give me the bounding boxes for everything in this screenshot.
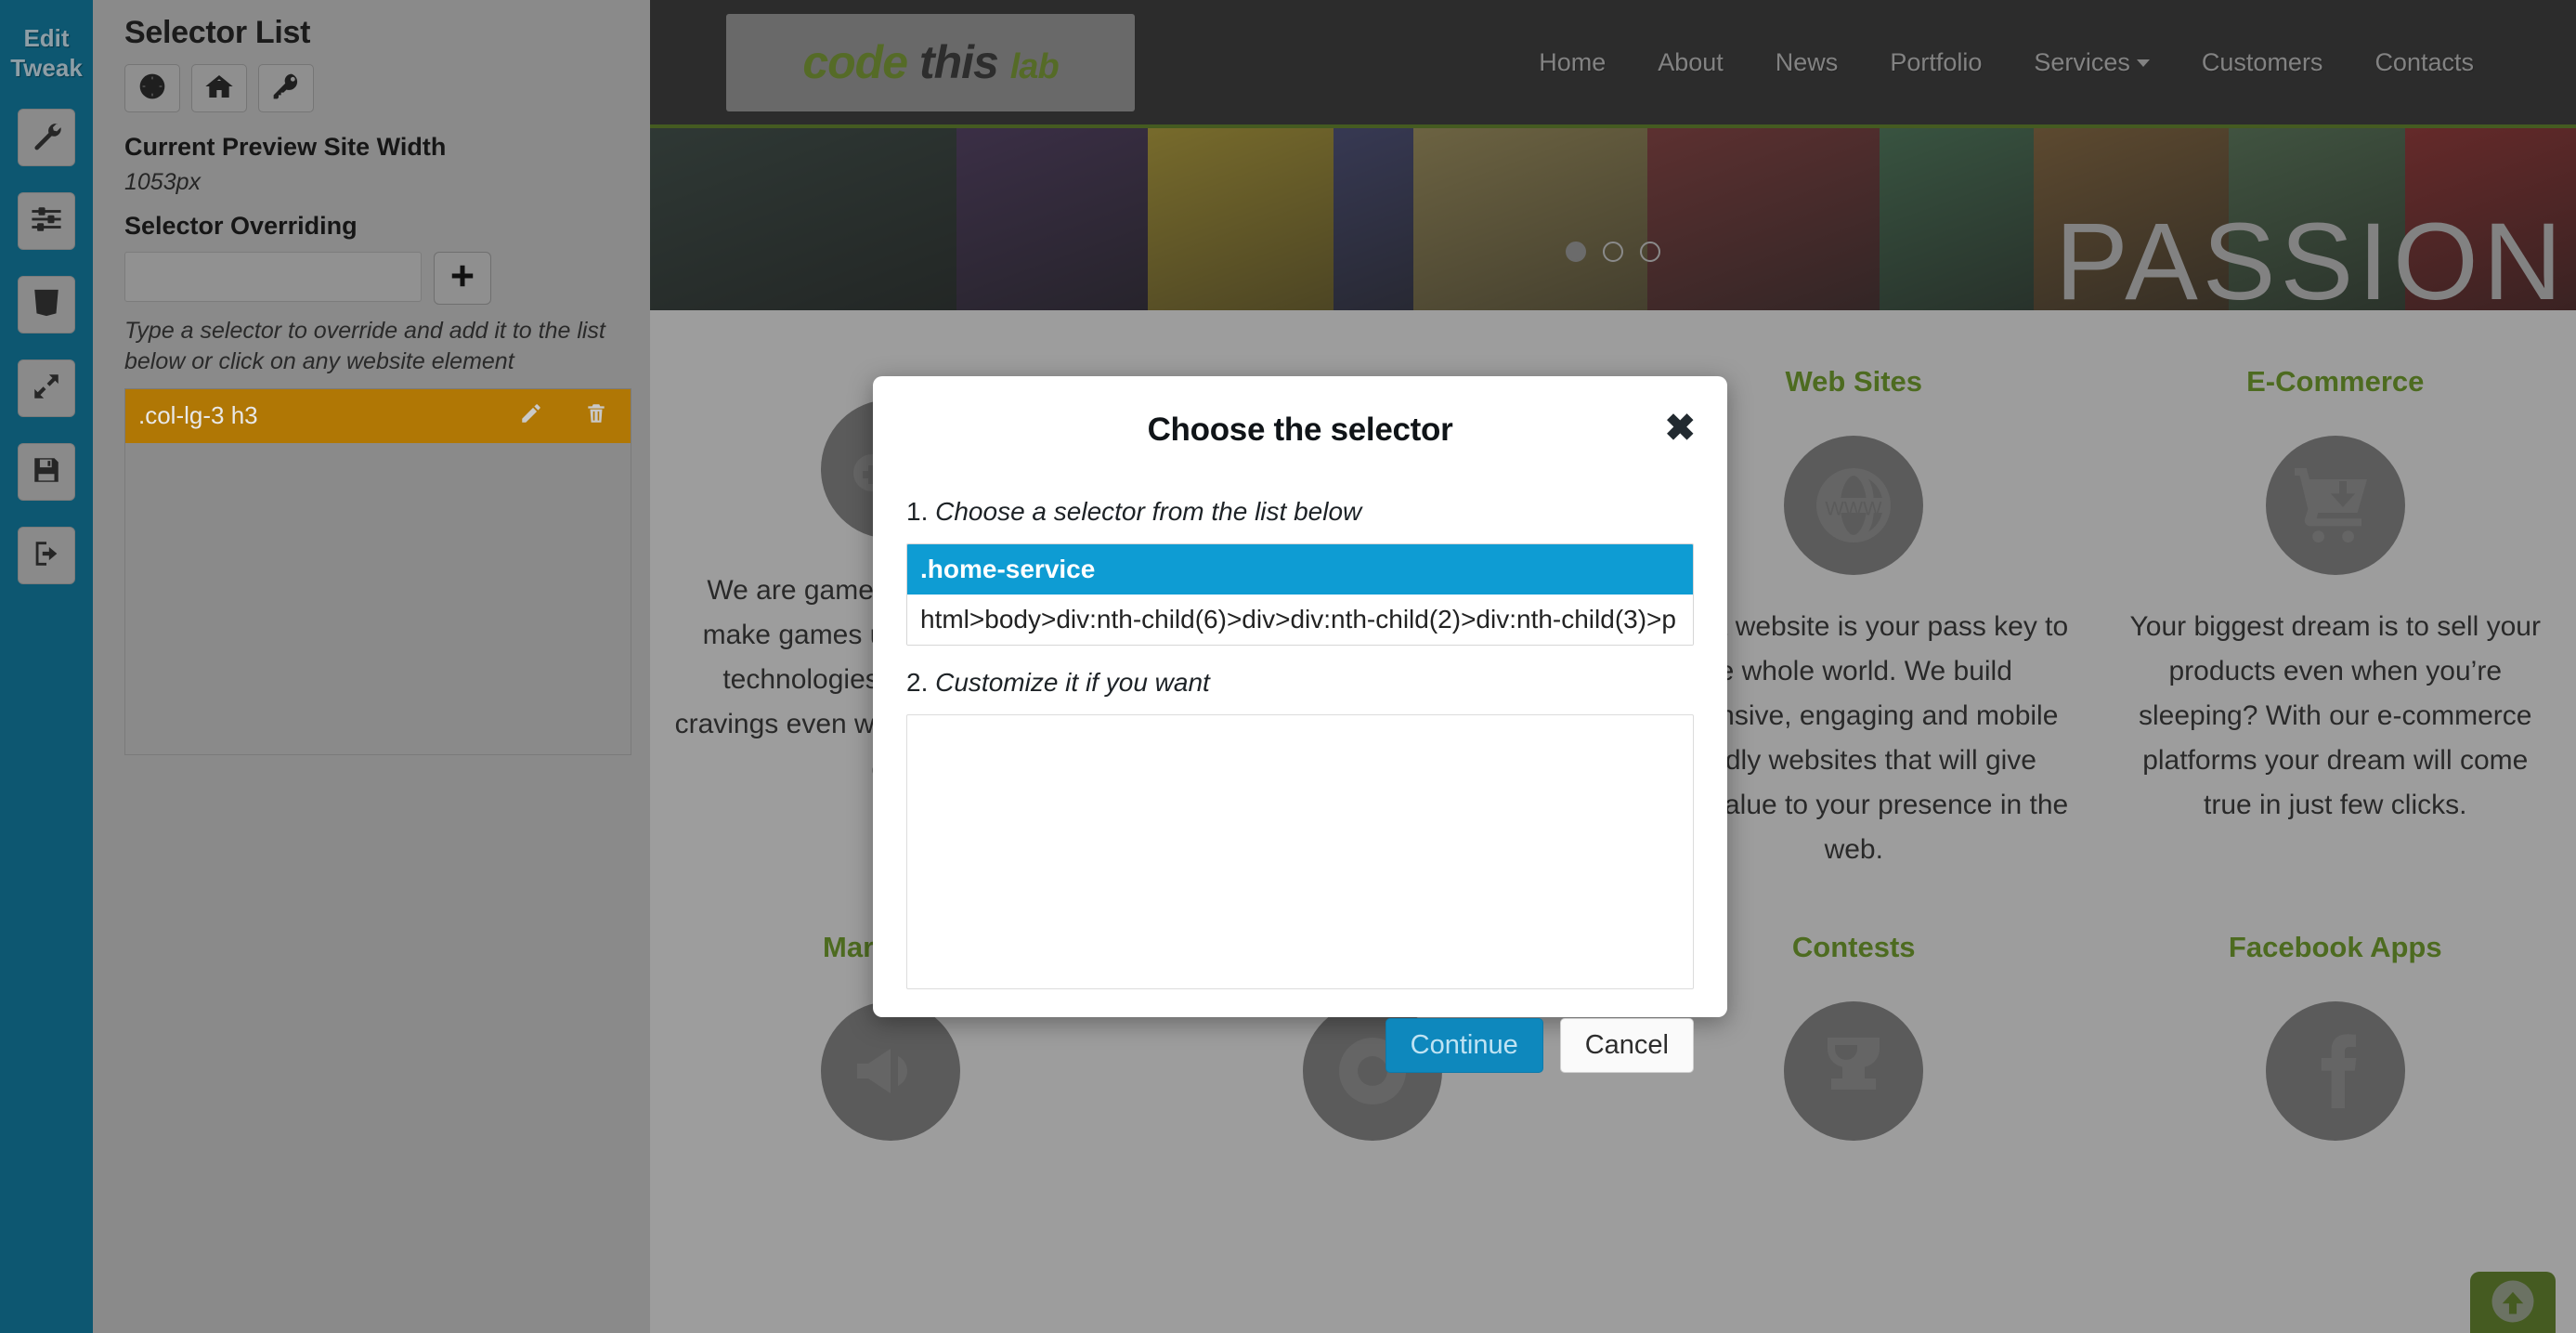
continue-button[interactable]: Continue xyxy=(1385,1018,1543,1073)
key-button[interactable] xyxy=(258,64,314,112)
list-item[interactable]: .col-lg-3 h3 xyxy=(125,388,631,443)
crosshair-icon xyxy=(137,72,167,106)
sliders-icon xyxy=(31,203,62,240)
page-title: Selector List xyxy=(124,15,311,50)
selector-hint-text: Type a selector to override and add it t… xyxy=(124,318,605,375)
modal-title: Choose the selector xyxy=(1147,412,1453,448)
home-icon xyxy=(204,72,234,106)
exit-icon xyxy=(31,538,62,574)
trash-delete-icon[interactable] xyxy=(584,401,608,430)
step-2-number: 2. xyxy=(906,668,929,697)
exit-button[interactable] xyxy=(18,527,75,585)
add-selector-button[interactable] xyxy=(434,252,491,305)
element-picker-button[interactable] xyxy=(124,64,180,112)
selector-overriding-label: Selector Overriding xyxy=(124,212,358,240)
selector-item-label: .col-lg-3 h3 xyxy=(138,401,258,429)
wrench-tool-button[interactable] xyxy=(18,109,75,167)
wrench-icon xyxy=(31,120,62,156)
step-2-text: Customize it if you want xyxy=(935,668,1210,697)
rail-title: Edit Tweak xyxy=(10,24,83,83)
selector-list: .col-lg-3 h3 xyxy=(124,387,631,755)
selector-override-row xyxy=(124,252,618,305)
floppy-save-icon xyxy=(31,454,62,490)
selector-panel: Selector List Current Preview Site Width… xyxy=(93,0,650,1333)
choose-selector-modal: Choose the selector ✖ 1. Choose a select… xyxy=(873,376,1727,1073)
step-1-number: 1. xyxy=(906,497,929,526)
save-button[interactable] xyxy=(18,443,75,502)
left-icon-rail: Edit Tweak xyxy=(0,0,93,1333)
step-2-label: 2. Customize it if you want xyxy=(906,668,1694,698)
selector-option[interactable]: html>body>div:nth-child(6)>div>div:nth-c… xyxy=(907,595,1693,645)
rail-title-line-1: Edit xyxy=(23,24,70,52)
selector-options-list[interactable]: .home-service html>body>div:nth-child(6)… xyxy=(906,543,1694,646)
selector-override-input[interactable] xyxy=(124,252,422,302)
rail-title-line-2: Tweak xyxy=(10,53,83,82)
close-icon[interactable]: ✖ xyxy=(1664,410,1696,447)
step-1-label: 1. Choose a selector from the list below xyxy=(906,497,1694,527)
selector-item-actions xyxy=(519,401,608,430)
home-button[interactable] xyxy=(191,64,247,112)
panel-tool-row xyxy=(124,64,618,112)
plus-icon xyxy=(449,262,476,294)
modal-footer: Continue Cancel xyxy=(906,1018,1694,1073)
custom-selector-textarea[interactable] xyxy=(906,714,1694,989)
key-icon xyxy=(271,72,301,106)
css3-icon xyxy=(31,287,62,323)
preview-width-label: Current Preview Site Width xyxy=(124,133,447,161)
preview-width-value: 1053px xyxy=(124,169,202,195)
cancel-button[interactable]: Cancel xyxy=(1559,1018,1694,1073)
expand-arrows-icon xyxy=(31,371,62,407)
rail-button-group xyxy=(18,109,75,585)
sliders-settings-button[interactable] xyxy=(18,192,75,251)
resize-expand-button[interactable] xyxy=(18,359,75,418)
selector-option-selected[interactable]: .home-service xyxy=(907,544,1693,595)
modal-header: Choose the selector ✖ xyxy=(906,408,1696,475)
step-1-text: Choose a selector from the list below xyxy=(935,497,1362,526)
pencil-edit-icon[interactable] xyxy=(519,401,543,430)
css3-button[interactable] xyxy=(18,276,75,334)
